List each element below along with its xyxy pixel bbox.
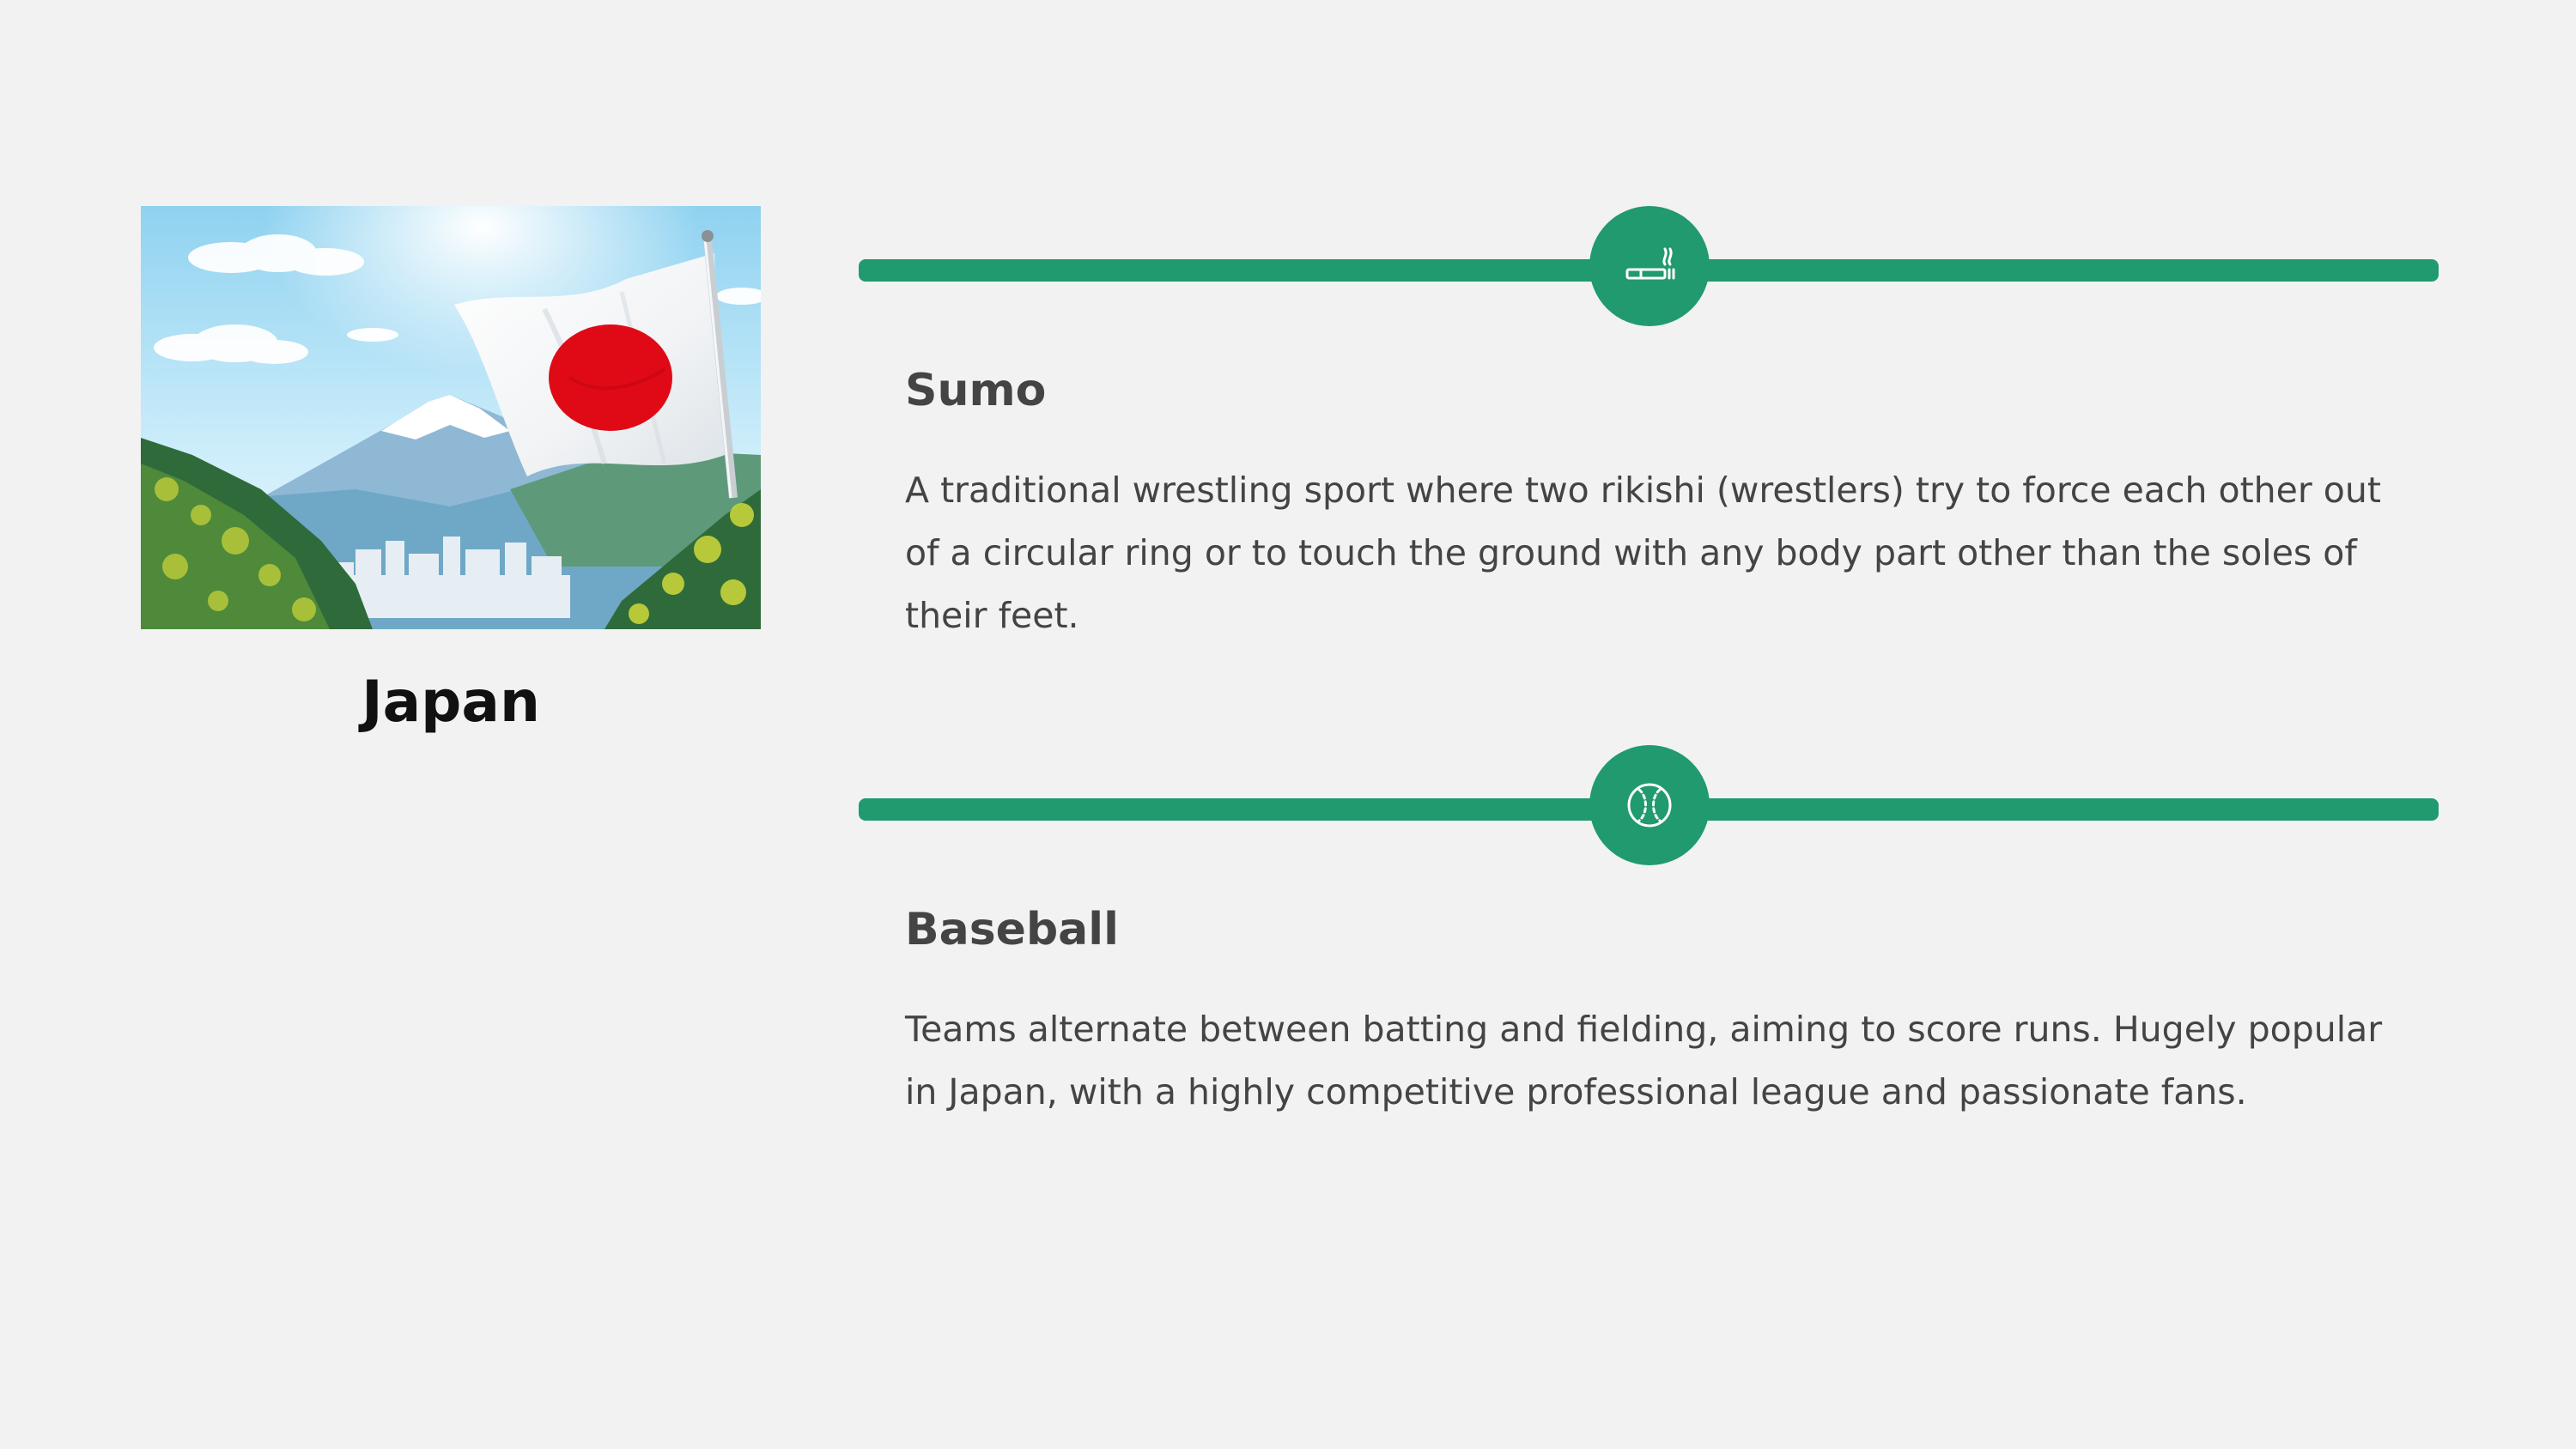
- cigarette-icon: [1625, 247, 1675, 280]
- sport-description-sumo: A traditional wrestling sport where two …: [905, 470, 2381, 636]
- baseball-icon: [1627, 783, 1672, 828]
- sport-description-baseball: Teams alternate between batting and fiel…: [905, 1009, 2383, 1113]
- country-name: Japan: [361, 669, 540, 735]
- sport-title-baseball: Baseball: [905, 904, 1119, 955]
- sumo-icon-badge: [1589, 206, 1710, 326]
- japan-flag-image: [141, 206, 761, 629]
- baseball-icon-badge: [1589, 745, 1710, 865]
- sport-title-sumo: Sumo: [905, 365, 1047, 416]
